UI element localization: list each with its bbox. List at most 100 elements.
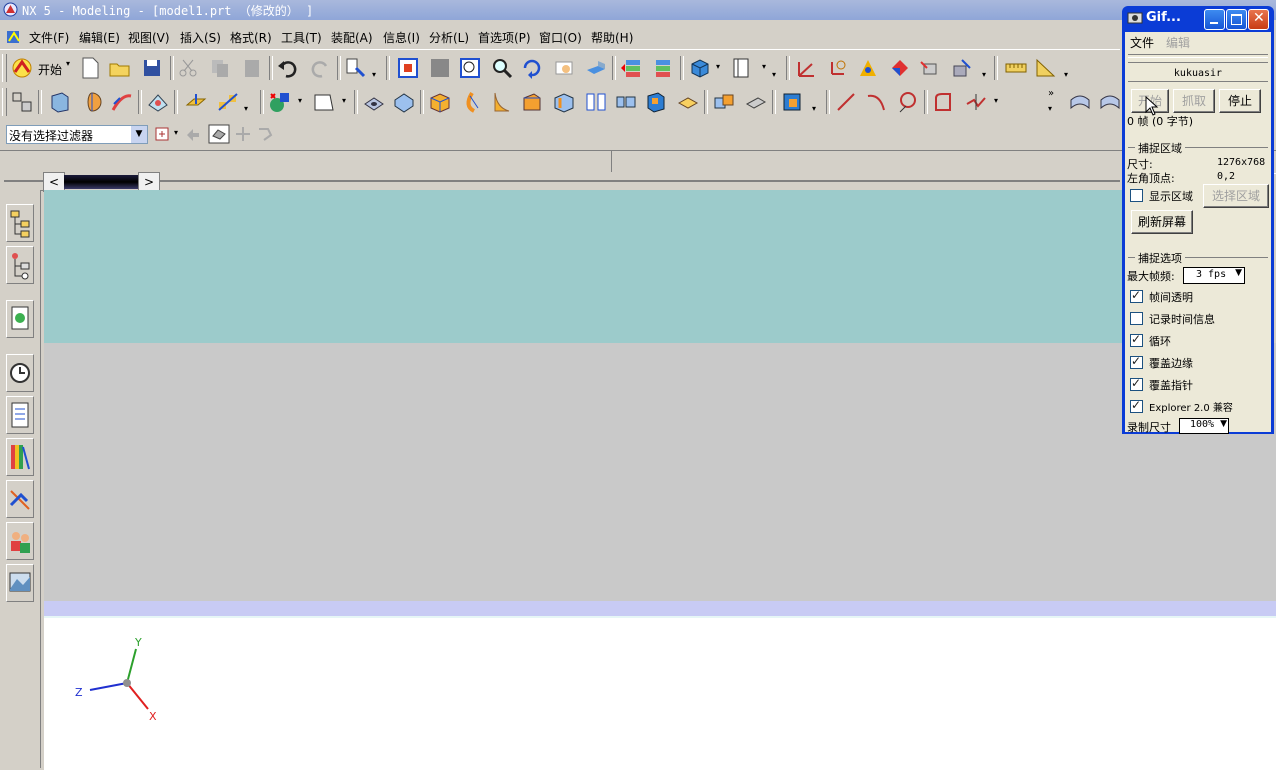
zoom-window-icon[interactable] [458,56,482,80]
block-icon[interactable] [312,90,336,114]
minimize-button[interactable] [1204,9,1225,30]
menu-assembly[interactable]: 装配(A) [331,29,373,46]
snap-point-icon[interactable] [234,125,252,143]
trim-body-icon[interactable] [676,90,700,114]
open-folder-icon[interactable] [108,56,132,80]
select-area-button[interactable]: 选择区域 [1203,184,1269,208]
time-info-checkbox[interactable] [1130,312,1143,325]
cover-edge-checkbox[interactable] [1130,354,1143,369]
chevron-down-icon[interactable]: ▾ [298,96,302,105]
circle-icon[interactable] [896,90,920,114]
chevron-down-icon[interactable]: ▼ [131,126,147,143]
offset-face-icon[interactable] [146,90,170,114]
chevron-down-icon[interactable]: ▾ [762,62,766,71]
view-orientation-icon[interactable] [688,56,712,80]
edge-blend-icon[interactable] [428,90,452,114]
shell-icon[interactable] [552,90,576,114]
information-icon[interactable] [344,56,368,80]
rotate-icon[interactable] [520,56,544,80]
zoom-icon[interactable] [490,56,514,80]
record-size-select[interactable]: 100% ▼ [1179,418,1229,434]
chevron-down-icon[interactable]: ▾ [244,104,248,113]
wcs-rotate-icon[interactable] [826,56,850,80]
palette-tab[interactable] [6,438,34,476]
scroll-left-button[interactable]: < [43,172,65,192]
mirror-feature-icon[interactable] [644,90,668,114]
paste-icon[interactable] [240,56,264,80]
spline-icon[interactable] [964,90,988,114]
point-icon[interactable] [268,90,292,114]
undo-icon[interactable] [276,56,300,80]
history-palette-tab[interactable] [6,300,34,338]
capture-button[interactable]: 抓取 [1173,89,1215,113]
menu-edit[interactable]: 编辑(E) [79,29,120,46]
layer-settings-icon[interactable] [620,56,644,80]
stop-button[interactable]: 停止 [1219,89,1261,113]
explorer-compat-checkbox[interactable] [1130,398,1143,413]
active-tab-thumb[interactable] [64,175,138,189]
menu-insert[interactable]: 插入(S) [180,29,221,46]
toolbar-overflow-icon[interactable]: » [1048,88,1054,99]
shaded-view-icon[interactable] [428,56,452,80]
general-selection-icon[interactable] [154,125,172,143]
pan-icon[interactable] [552,56,576,80]
arc-icon[interactable] [864,90,888,114]
reuse-library-tab[interactable] [6,396,34,434]
toolbar-grip[interactable] [2,88,7,116]
through-curve-mesh-icon[interactable] [1098,90,1122,114]
extrude-icon[interactable] [48,90,72,114]
max-fps-select[interactable]: 3 fps ▼ [1183,267,1245,284]
measure-angle-icon[interactable] [1034,56,1058,80]
cut-icon[interactable] [176,56,200,80]
hole-icon[interactable] [362,90,386,114]
unite-icon[interactable] [712,90,736,114]
menu-analysis[interactable]: 分析(L) [429,29,469,46]
chevron-down-icon[interactable]: ▾ [982,70,986,79]
save-icon[interactable] [140,56,164,80]
maximize-button[interactable] [1226,9,1247,30]
assembly-navigator-tab[interactable] [6,204,34,242]
redo-icon[interactable] [308,56,332,80]
close-button[interactable]: ✕ [1248,9,1269,30]
sketch-icon[interactable] [10,90,34,114]
chevron-down-icon[interactable]: ▾ [772,70,776,79]
graphics-window[interactable] [44,343,1276,601]
chevron-down-icon[interactable]: ▾ [716,62,720,71]
gif-menu-file[interactable]: 文件 [1130,34,1154,51]
transparent-frames-checkbox[interactable] [1130,288,1143,303]
gif-menu-edit[interactable]: 编辑 [1166,34,1190,51]
instance-feature-icon[interactable] [614,90,638,114]
line-icon[interactable] [834,90,858,114]
selection-filter-dropdown[interactable]: 没有选择过滤器 ▼ [6,125,148,144]
menu-file[interactable]: 文件(F) [29,29,69,46]
menu-tools[interactable]: 工具(T) [281,29,322,46]
loop-checkbox[interactable] [1130,332,1143,347]
menu-view[interactable]: 视图(V) [128,29,170,46]
deselect-icon[interactable] [184,125,202,143]
new-file-icon[interactable] [78,56,102,80]
chevron-down-icon[interactable]: ▾ [372,70,376,79]
wcs-orient-icon[interactable] [856,56,880,80]
toolbar-grip[interactable] [2,54,7,82]
menu-info[interactable]: 信息(I) [383,29,420,46]
datum-plane-icon[interactable] [184,90,208,114]
through-curves-icon[interactable] [1068,90,1092,114]
refresh-screen-button[interactable]: 刷新屏幕 [1131,210,1193,234]
thread-icon[interactable] [584,90,608,114]
revolve-icon[interactable] [80,90,104,114]
subtract-icon[interactable] [744,90,768,114]
drafting-sheet-icon[interactable] [730,56,754,80]
perspective-icon[interactable] [584,56,608,80]
menu-preferences[interactable]: 首选项(P) [478,29,531,46]
history-tab[interactable] [6,354,34,392]
measure-distance-icon[interactable] [1004,56,1028,80]
menu-format[interactable]: 格式(R) [230,29,272,46]
intersect-icon[interactable] [780,90,804,114]
draft-icon[interactable] [520,90,544,114]
scroll-right-button[interactable]: > [138,172,160,192]
chevron-down-icon[interactable]: ▾ [1048,104,1052,113]
chevron-down-icon[interactable]: ▾ [174,128,178,137]
graphics-window-lower[interactable] [44,616,1276,770]
nx-menu-icon[interactable] [5,28,23,46]
copy-icon[interactable] [208,56,232,80]
